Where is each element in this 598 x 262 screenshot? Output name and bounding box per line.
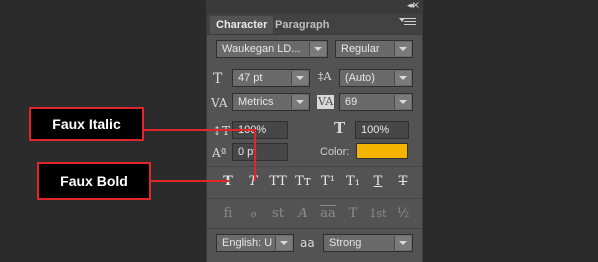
standard-ligatures-button[interactable]: fi <box>217 204 239 224</box>
baseline-shift-field[interactable]: 0 pt <box>232 143 288 161</box>
type-style-buttons: T T TT Tт T¹ T₁ T T <box>217 172 413 192</box>
chevron-down-icon <box>291 95 308 109</box>
swash-button[interactable]: A <box>292 204 314 224</box>
divider <box>207 228 422 229</box>
superscript-button[interactable]: T¹ <box>317 172 339 192</box>
tab-paragraph[interactable]: Paragraph <box>269 16 335 34</box>
font-size-value: 47 pt <box>238 72 263 84</box>
chevron-down-icon <box>394 71 411 85</box>
tracking-icon: VA <box>317 95 335 109</box>
antialias-select[interactable]: Strong <box>323 234 413 252</box>
leading-select[interactable]: (Auto) <box>339 69 413 87</box>
vertical-scale-icon: ↕T <box>212 124 231 138</box>
leading-icon: ‡A <box>318 70 332 83</box>
faux-italic-button[interactable]: T <box>242 172 264 192</box>
faux-bold-leader-line <box>151 180 229 182</box>
tracking-value: 69 <box>345 96 358 108</box>
font-size-select[interactable]: 47 pt <box>232 69 310 87</box>
all-caps-button[interactable]: TT <box>267 172 289 192</box>
chevron-down-icon <box>394 42 411 56</box>
divider <box>207 166 422 167</box>
discretionary-ligatures-button[interactable]: st <box>267 204 289 224</box>
antialias-icon: aa <box>300 236 315 250</box>
ordinals-button[interactable]: 1st <box>367 204 389 224</box>
close-panel-icon[interactable]: × <box>412 0 420 11</box>
chevron-down-icon <box>275 236 292 250</box>
font-style-value: Regular <box>341 43 380 55</box>
panel-menu-icon[interactable] <box>399 18 416 28</box>
antialias-value: Strong <box>329 237 362 249</box>
chevron-down-icon <box>291 71 308 85</box>
small-caps-button[interactable]: Tт <box>292 172 314 192</box>
font-size-icon: T <box>213 71 223 87</box>
tracking-select[interactable]: 69 <box>339 93 413 111</box>
horizontal-scale-field[interactable]: 100% <box>355 121 409 139</box>
color-label: Color: <box>320 146 350 158</box>
language-value: English: U... <box>222 237 273 249</box>
font-family-value: Waukegan LD... <box>222 43 301 55</box>
faux-bold-callout: Faux Bold <box>37 162 151 200</box>
kerning-value: Metrics <box>238 96 274 108</box>
fractions-button[interactable]: ½ <box>392 204 414 224</box>
kerning-select[interactable]: Metrics <box>232 93 310 111</box>
character-panel: ◂◂ × Character Paragraph Waukegan LD... … <box>206 0 423 262</box>
faux-italic-leader-line <box>144 129 255 131</box>
chevron-down-icon <box>309 42 326 56</box>
tab-character[interactable]: Character <box>210 16 274 34</box>
panel-title-bar: ◂◂ × <box>207 0 422 14</box>
font-family-select[interactable]: Waukegan LD... <box>216 40 328 58</box>
text-color-swatch[interactable] <box>356 143 408 159</box>
faux-italic-leader-line <box>254 129 256 181</box>
panel-tabs: Character Paragraph <box>207 14 422 35</box>
language-select[interactable]: English: U... <box>216 234 294 252</box>
opentype-buttons: fi ℴ st A aa T 1st ½ <box>217 204 413 224</box>
chevron-down-icon <box>394 236 411 250</box>
strikethrough-button[interactable]: T <box>392 172 414 192</box>
faux-italic-callout: Faux Italic <box>29 107 144 141</box>
leading-value: (Auto) <box>345 72 375 84</box>
contextual-alternates-button[interactable]: ℴ <box>242 204 264 224</box>
underline-button[interactable]: T <box>367 172 389 192</box>
titling-alternates-button[interactable]: T <box>342 204 364 224</box>
baseline-shift-icon: Aª <box>212 146 227 160</box>
faux-bold-button[interactable]: T <box>217 172 239 192</box>
kerning-icon: VA <box>211 96 228 110</box>
chevron-down-icon <box>394 95 411 109</box>
font-style-select[interactable]: Regular <box>335 40 413 58</box>
horizontal-scale-icon: T <box>334 119 346 137</box>
stylistic-alternates-button[interactable]: aa <box>317 204 339 224</box>
divider <box>207 198 422 199</box>
subscript-button[interactable]: T₁ <box>342 172 364 192</box>
